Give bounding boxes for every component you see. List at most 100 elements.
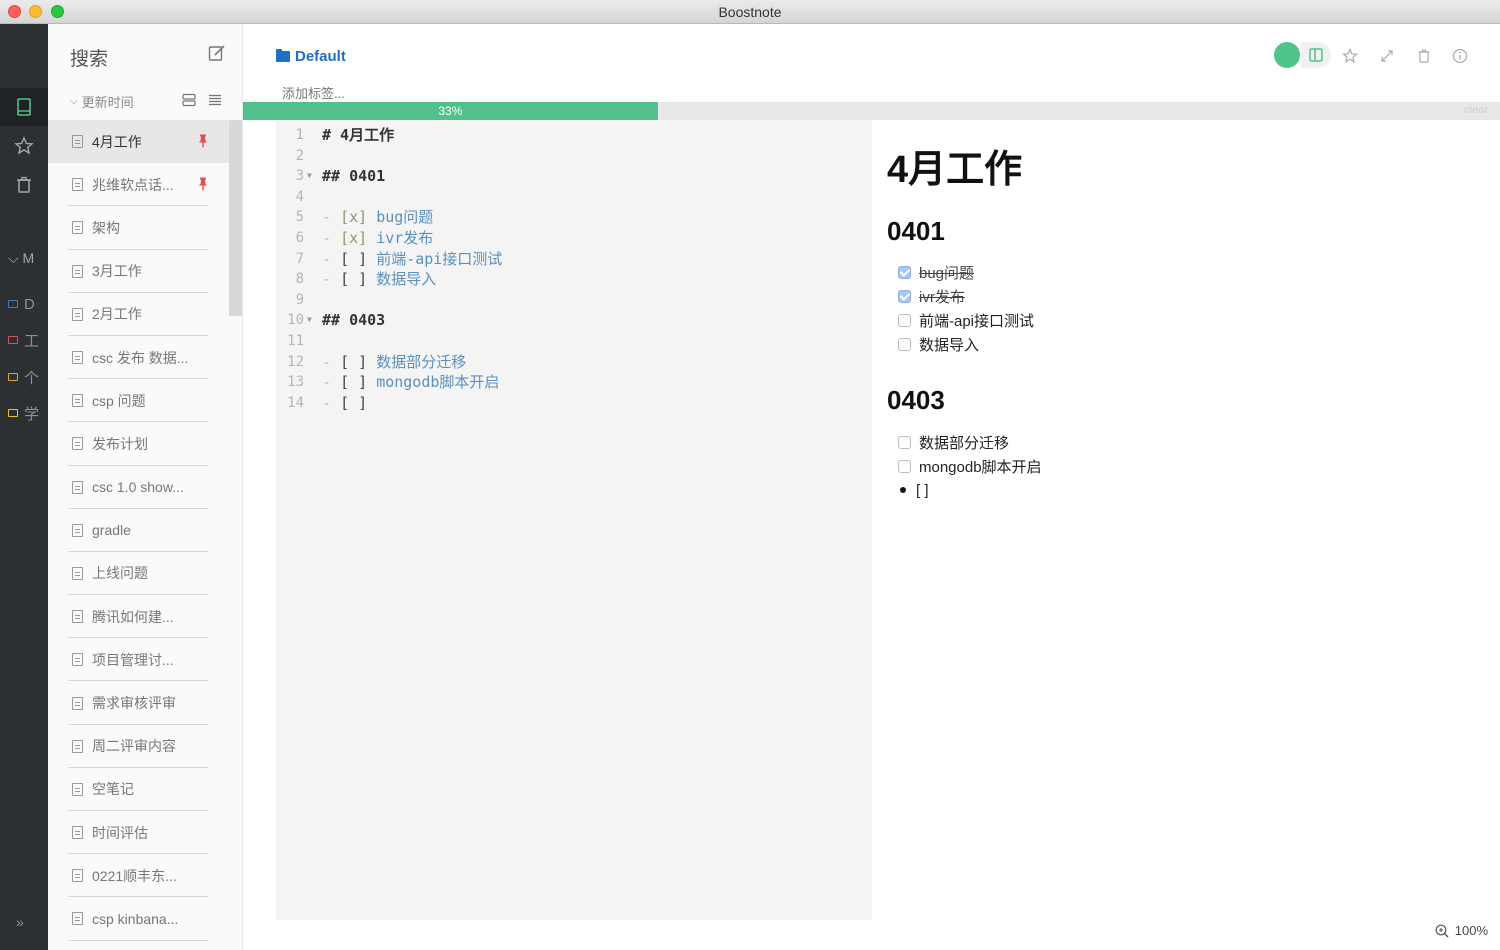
note-list-item[interactable]: csc 1.0 show... <box>48 466 229 509</box>
preview-task-item: bug问题 <box>898 260 974 284</box>
folder-icon <box>8 300 18 308</box>
folder-icon <box>8 409 18 417</box>
chevron-down-icon: ⌵ <box>8 250 19 266</box>
folder-name: Default <box>295 48 346 65</box>
folder-item-1[interactable]: 工 <box>8 329 48 351</box>
note-list-item[interactable]: 时间评估 <box>48 811 229 855</box>
task-mark: [ ] <box>340 373 368 392</box>
progress-clear-button[interactable]: clear <box>1464 104 1488 116</box>
sort-label: 更新时间 <box>81 95 134 110</box>
list-dash: - <box>322 270 341 289</box>
new-note-icon[interactable] <box>208 44 226 62</box>
task-checkbox[interactable] <box>898 337 911 351</box>
note-list-item[interactable]: 需求审核评审 <box>48 681 229 725</box>
folder-item-2[interactable]: 个 <box>8 366 48 388</box>
folder-icon <box>276 49 290 62</box>
task-text: 前端-api接口测试 <box>376 249 503 268</box>
fullscreen-icon[interactable] <box>1379 48 1395 64</box>
note-list-item[interactable]: 腾讯如何建... <box>48 595 229 639</box>
note-icon <box>72 264 83 278</box>
note-title: gradle <box>92 522 131 539</box>
starred-button[interactable] <box>0 127 48 165</box>
zoom-control[interactable]: 100% <box>1435 923 1488 938</box>
note-list-item[interactable]: csp 问题 <box>48 379 229 423</box>
list-dash: - <box>322 208 341 227</box>
note-list-item[interactable]: 空笔记 <box>48 768 229 812</box>
note-list-item[interactable]: 2月工作 <box>48 293 229 337</box>
note-list-item[interactable]: 4月工作 <box>48 120 229 164</box>
note-list-item[interactable]: 兆维软点话... <box>48 163 229 207</box>
note-icon <box>72 739 83 753</box>
list-view-icon[interactable] <box>208 93 222 107</box>
star-icon[interactable] <box>1342 48 1358 64</box>
note-list-item[interactable]: 项目管理讨... <box>48 638 229 682</box>
editor-line: 12 - [ ] 数据部分迁移 <box>276 352 872 373</box>
note-icon <box>72 782 83 796</box>
tag-input[interactable]: 添加标签... <box>282 83 345 102</box>
line-number: 12 <box>287 353 304 370</box>
line-code: - [x] bug问题 <box>322 207 433 228</box>
pin-icon[interactable] <box>198 177 208 191</box>
note-list-item[interactable]: 3月工作 <box>48 250 229 293</box>
note-list-item[interactable]: 0221顺丰东... <box>48 854 229 898</box>
note-list-item[interactable]: csc 发布 数据... <box>48 336 229 380</box>
note-list-item[interactable]: 上线问题 <box>48 552 229 596</box>
note-list: 4月工作兆维软点话... 架构 3月工作 2月工作 csc 发布 数据... csp 问题… <box>48 120 229 941</box>
zoom-in-icon <box>1435 924 1449 937</box>
trash-button[interactable] <box>0 166 48 204</box>
note-icon <box>72 696 83 710</box>
list-dash: - <box>322 373 341 392</box>
fold-arrow-icon[interactable]: ▼ <box>307 310 312 331</box>
task-text: bug问题 <box>376 208 434 227</box>
note-icon <box>72 566 83 580</box>
editor-line: 4 <box>276 187 872 208</box>
folder-item-3[interactable]: 学 <box>8 402 48 424</box>
markdown-editor[interactable]: 1 # 4月工作 2 3 ▼ ## 0401 4 5- [x] bug问题 6- [x] ivr… <box>276 120 872 920</box>
note-title: 2月工作 <box>92 306 142 323</box>
note-title: 需求审核评审 <box>92 695 176 712</box>
task-checkbox[interactable] <box>898 313 911 327</box>
line-number: 2 <box>295 147 304 164</box>
all-notes-button[interactable] <box>0 88 48 126</box>
task-checkbox[interactable] <box>898 289 911 303</box>
note-title: csp 问题 <box>92 392 146 409</box>
split-view-button[interactable] <box>1301 42 1331 68</box>
note-list-item[interactable]: 周二评审内容 <box>48 725 229 769</box>
expand-sidebar-button[interactable]: » <box>16 914 24 930</box>
note-list-item[interactable]: 发布计划 <box>48 422 229 466</box>
fold-arrow-icon[interactable]: ▼ <box>307 166 312 187</box>
compact-view-icon[interactable] <box>182 93 196 107</box>
editor-line: 8 - [ ] 数据导入 <box>276 269 872 290</box>
task-mark: [ ] <box>340 352 368 371</box>
note-list-item[interactable]: 架构 <box>48 206 229 250</box>
trash-icon[interactable] <box>1416 48 1432 64</box>
task-checkbox[interactable] <box>898 459 911 473</box>
info-icon[interactable] <box>1452 48 1468 64</box>
editor-line: 11 <box>276 331 872 352</box>
star-icon <box>14 136 34 155</box>
progress-fill: 33% <box>243 102 658 120</box>
task-mark: [x] <box>340 208 368 227</box>
folder-breadcrumb[interactable]: Default <box>276 48 346 65</box>
sort-selector[interactable]: ⌵ 更新时间 <box>70 92 134 111</box>
pin-icon[interactable] <box>198 134 208 148</box>
preview-task-item: 数据部分迁移 <box>898 430 1009 454</box>
line-code: - [ ] <box>322 393 367 414</box>
line-number: 4 <box>295 188 304 205</box>
storage-toggle[interactable]: ⌵ M <box>8 250 34 267</box>
search-input[interactable]: 搜索 <box>70 44 108 71</box>
note-list-item[interactable]: gradle <box>48 509 229 553</box>
folder-item-0[interactable]: D <box>8 293 48 315</box>
task-progress-bar: 33% clear <box>243 102 1500 120</box>
editor-mode-toggle[interactable] <box>1274 42 1300 68</box>
note-title: csp kinbana... <box>92 910 179 927</box>
task-text: 数据部分迁移 <box>376 352 467 371</box>
task-checkbox[interactable] <box>898 435 911 449</box>
note-icon <box>72 912 83 926</box>
note-title: 4月工作 <box>92 133 142 150</box>
note-list-scrollbar[interactable] <box>229 120 242 316</box>
note-list-item[interactable]: csp kinbana... <box>48 897 229 941</box>
task-checkbox[interactable] <box>898 265 911 279</box>
task-text: mongodb脚本开启 <box>376 373 500 392</box>
preview-heading-2: 0403 <box>887 385 945 415</box>
